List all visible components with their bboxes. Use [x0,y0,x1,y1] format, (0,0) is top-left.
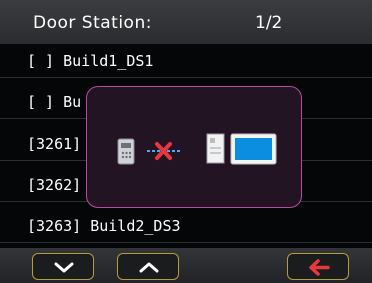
chevron-down-icon [54,262,74,273]
connection-error-popup [86,86,302,208]
scroll-down-button[interactable] [32,253,94,280]
scroll-up-button[interactable] [117,253,179,280]
list-item-label: [3263] Build2_DS3 [27,217,181,235]
title-bar: Door Station: 1/2 [0,0,372,44]
connection-failed-icon [147,142,181,160]
list-item-label: [ ] Build1_DS1 [27,52,154,70]
list-item-label: [3262] [27,176,82,194]
list-item[interactable]: [3263] Build2_DS3 [0,209,372,243]
list-item-label: [ ] Bu [27,93,82,111]
chevron-up-icon [139,262,159,273]
display-screen-icon [230,133,277,165]
bottom-toolbar [0,248,372,283]
page-indicator: 1/2 [255,13,283,33]
door-station-icon [117,138,135,165]
back-arrow-icon [309,259,330,276]
indoor-monitor-icon [206,133,225,164]
page-title: Door Station: [33,13,152,33]
back-button[interactable] [287,253,349,280]
list-item[interactable]: [ ] Build1_DS1 [0,44,372,78]
list-item-label: [3261] [27,135,82,153]
